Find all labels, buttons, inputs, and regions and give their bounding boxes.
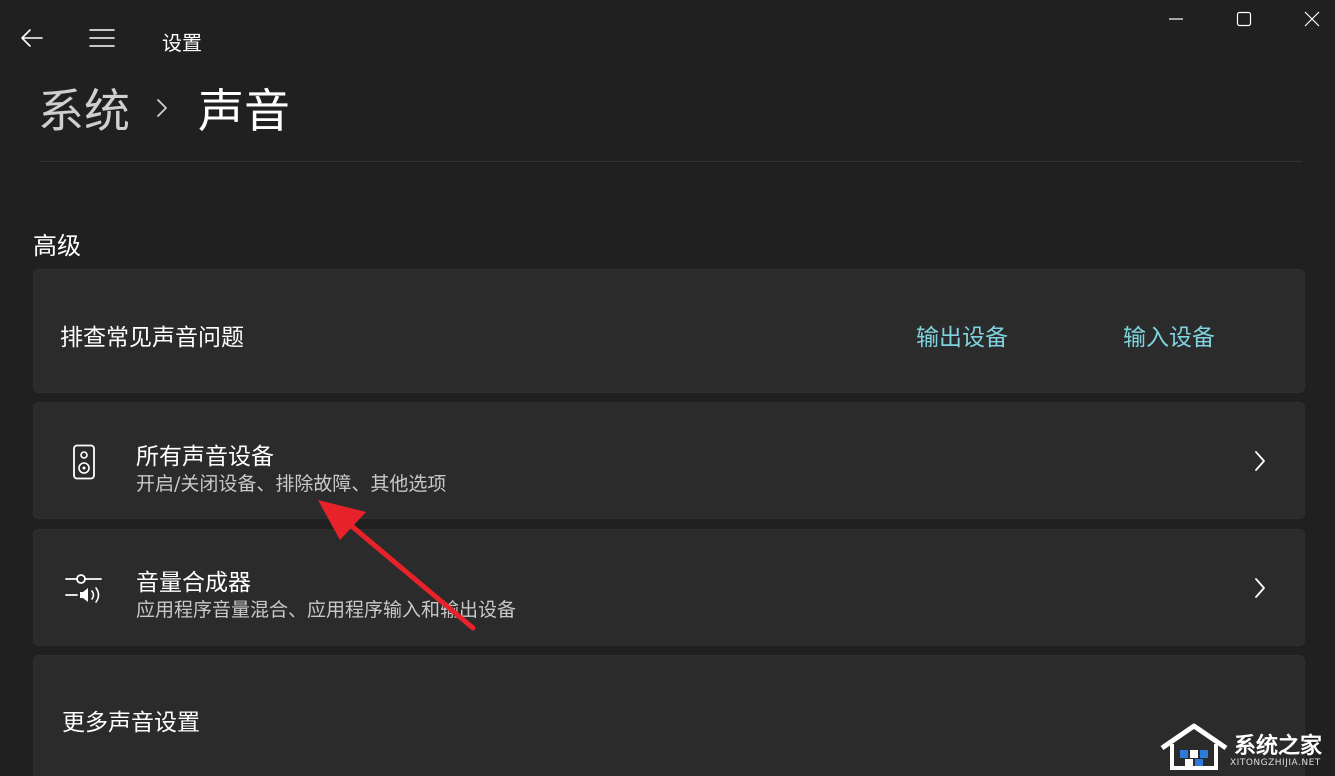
close-button[interactable] — [1278, 0, 1335, 38]
window-title: 设置 — [162, 31, 202, 55]
breadcrumb-parent-system[interactable]: 系统 — [38, 75, 130, 141]
input-devices-link[interactable]: 输入设备 — [1123, 318, 1215, 352]
chevron-right-icon — [1250, 576, 1270, 600]
close-icon — [1304, 11, 1320, 27]
all-sound-devices-item[interactable]: 所有声音设备 开启/关闭设备、排除故障、其他选项 — [33, 402, 1305, 519]
maximize-button[interactable] — [1210, 0, 1278, 38]
output-devices-link[interactable]: 输出设备 — [916, 318, 1008, 352]
volume-mixer-icon — [64, 567, 104, 607]
page-title: 声音 — [198, 84, 290, 138]
volume-mixer-title: 音量合成器 — [136, 570, 251, 596]
breadcrumb: 系统 声音 — [38, 76, 290, 140]
hamburger-icon — [89, 29, 115, 47]
minimize-button[interactable] — [1142, 0, 1210, 38]
title-bar: 设置 — [0, 0, 1335, 78]
back-button[interactable] — [14, 20, 50, 56]
troubleshoot-card: 排查常见声音问题 输出设备 输入设备 — [33, 269, 1305, 393]
more-sound-settings-item[interactable]: 更多声音设置 — [33, 655, 1305, 776]
minimize-icon — [1169, 18, 1183, 20]
navigation-menu-button[interactable] — [84, 20, 120, 56]
breadcrumb-chevron-icon — [156, 97, 168, 119]
section-title-advanced: 高级 — [33, 232, 81, 260]
watermark-logo: 系统之家 XITONGZHIJIA.NET — [1158, 720, 1330, 774]
all-sound-devices-title: 所有声音设备 — [136, 444, 274, 470]
watermark-text: 系统之家 — [1234, 734, 1323, 759]
speaker-icon — [64, 442, 104, 482]
troubleshoot-label: 排查常见声音问题 — [60, 325, 244, 351]
house-logo-icon — [1160, 723, 1228, 770]
settings-window: 设置 系统 声音 高级 排查常见声音问题 输出设备 输入设备 所有声音设备 开启… — [0, 0, 1335, 776]
back-arrow-icon — [21, 29, 43, 47]
watermark-url: XITONGZHIJIA.NET — [1230, 758, 1321, 768]
more-sound-settings-label: 更多声音设置 — [62, 710, 200, 736]
volume-mixer-item[interactable]: 音量合成器 应用程序音量混合、应用程序输入和输出设备 — [33, 529, 1305, 646]
annotation-arrow — [318, 500, 476, 631]
maximize-icon — [1236, 11, 1252, 27]
chevron-right-icon — [1250, 449, 1270, 473]
header-divider — [40, 161, 1302, 162]
